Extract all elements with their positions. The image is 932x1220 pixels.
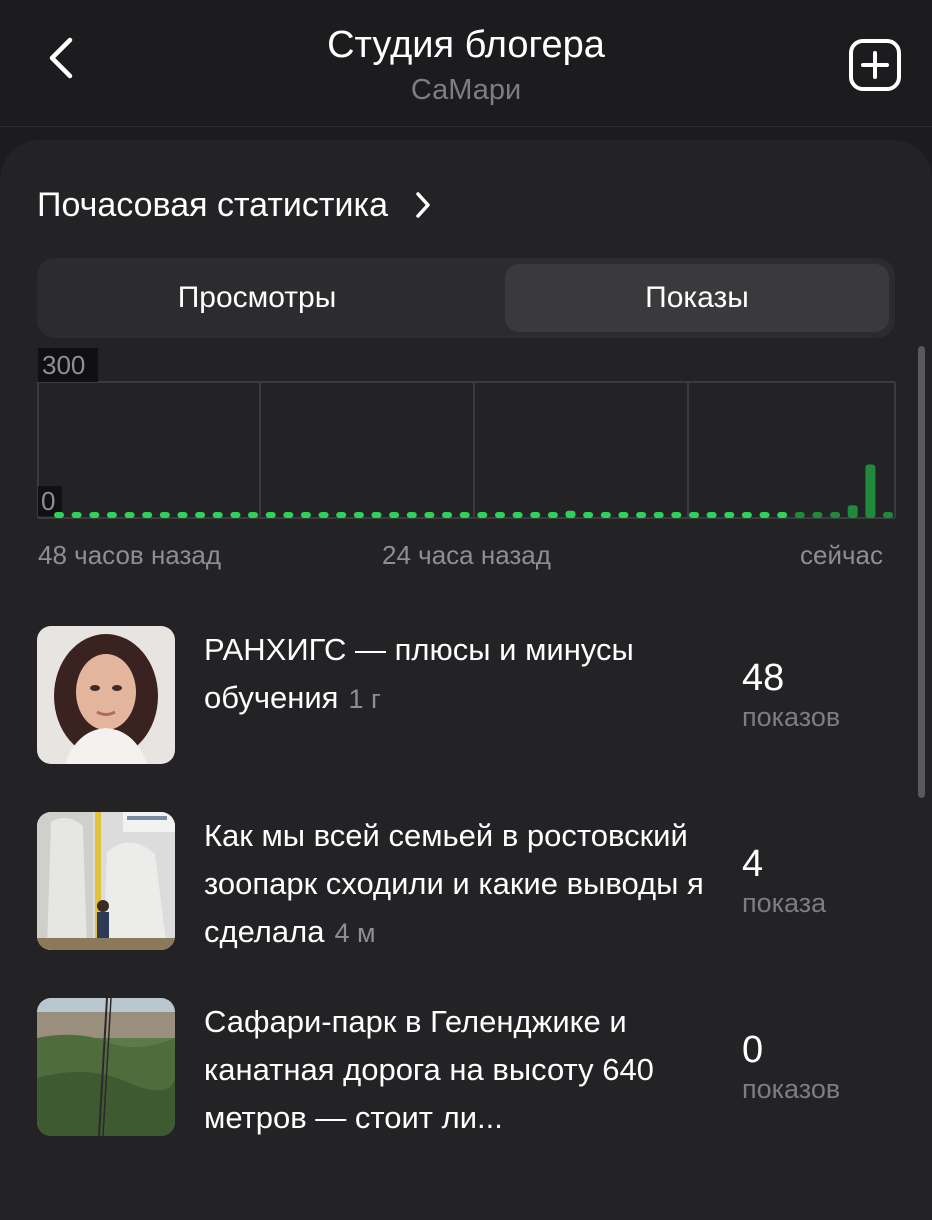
chart-bar: [459, 512, 470, 518]
article-thumbnail: [37, 812, 175, 950]
y-tick-max: 300: [42, 350, 85, 380]
list-item[interactable]: Как мы всей семьей в ростовский зоопарк …: [37, 812, 897, 952]
hourly-chart: 300 0: [37, 348, 896, 519]
x-tick-start: 48 часов назад: [38, 540, 222, 570]
chart-bar: [124, 512, 135, 518]
impressions-stat: 48 показов: [742, 656, 892, 734]
chart-bar: [653, 512, 664, 518]
list-item[interactable]: Сафари-парк в Геленджике и канатная доро…: [37, 998, 897, 1138]
article-thumbnail: [37, 998, 175, 1136]
chart-bar: [530, 512, 541, 518]
chart-bar: [89, 512, 100, 518]
x-tick-end: сейчас: [800, 540, 883, 570]
channel-name: СаМари: [410, 74, 522, 106]
chart-bar: [195, 512, 206, 518]
segmented-control: Просмотры Показы: [37, 258, 895, 338]
chart-bar: [830, 512, 841, 518]
chart-bar: [406, 512, 417, 518]
chart-bar: [336, 512, 347, 518]
chart-bar: [565, 510, 576, 518]
chart-bar: [265, 512, 276, 518]
tab-impressions[interactable]: Показы: [505, 264, 889, 332]
impressions-count: 0: [742, 1029, 764, 1071]
header-titles: Студия блогера СаМари: [0, 22, 932, 108]
chart-bar: [159, 512, 170, 518]
impressions-label: показа: [742, 888, 827, 918]
chart-bar: [671, 512, 682, 518]
hourly-stats-link[interactable]: Почасовая статистика: [37, 182, 432, 228]
section-title: Почасовая статистика: [37, 185, 388, 224]
chart-bar: [371, 512, 382, 518]
chevron-right-icon: [416, 192, 430, 218]
chart-bar: [106, 512, 117, 518]
article-title: Как мы всей семьей в ростовский зоопарк …: [204, 818, 704, 949]
page-title: Студия блогера: [327, 24, 605, 66]
chart-bar: [847, 505, 858, 518]
chart-bar: [389, 512, 400, 518]
chart-bar: [618, 512, 629, 518]
chart-bar: [759, 512, 770, 518]
chart-bar: [283, 512, 294, 518]
top-bar: Студия блогера СаМари: [0, 0, 932, 127]
chart-bar: [512, 512, 523, 518]
list-item[interactable]: РАНХИГС — плюсы и минусы обучения 1 г 48 …: [37, 626, 897, 766]
plus-square-icon: [849, 39, 901, 91]
chart-bar: [142, 512, 153, 518]
y-tick-min: 0: [41, 486, 55, 516]
chart-bar: [812, 512, 823, 518]
article-thumbnail: [37, 626, 175, 764]
x-tick-middle: 24 часа назад: [382, 540, 551, 570]
tab-views[interactable]: Просмотры: [37, 264, 477, 332]
chart-bar: [777, 512, 788, 518]
article-title: РАНХИГС — плюсы и минусы обучения 1 г: [204, 632, 634, 715]
chart-bar: [212, 512, 223, 518]
chart-bar: [495, 512, 505, 518]
article-title: Сафари-парк в Геленджике и канатная доро…: [204, 1004, 654, 1135]
chart-bar: [353, 512, 364, 518]
impressions-label: показов: [742, 1074, 841, 1104]
chart-bar: [865, 464, 876, 518]
chart-grid: [37, 381, 896, 519]
chart-bar: [724, 512, 735, 518]
impressions-count: 48: [742, 657, 785, 699]
chart-bar: [318, 512, 329, 518]
article-age: 1 г: [348, 684, 381, 714]
chart-bar: [583, 512, 594, 518]
add-button[interactable]: [848, 38, 902, 92]
chart-x-labels: 48 часов назад 24 часа назад сейчас: [0, 540, 932, 574]
chart-bar: [54, 512, 64, 518]
chart-bar: [689, 512, 699, 518]
chart-bar: [636, 512, 647, 518]
chart-bar: [177, 512, 188, 518]
chart-bar: [794, 512, 805, 518]
chart-bar: [424, 512, 435, 518]
chart-bar: [248, 512, 258, 518]
chart-bar: [477, 512, 488, 518]
chart-bar: [600, 512, 611, 518]
chart-bar: [706, 512, 717, 518]
chart-bar: [883, 512, 893, 518]
impressions-count: 4: [742, 843, 764, 885]
chart-bar: [300, 512, 311, 518]
impressions-label: показов: [742, 702, 841, 732]
chart-bar: [71, 512, 82, 518]
impressions-stat: 4 показа: [742, 842, 892, 920]
chart-bar: [230, 512, 241, 518]
chart-bar: [741, 512, 752, 518]
impressions-stat: 0 показов: [742, 1028, 892, 1106]
chart-bar: [442, 512, 452, 518]
chart-bar: [547, 512, 558, 518]
scrollbar[interactable]: [918, 346, 925, 798]
article-age: 4 м: [334, 918, 376, 948]
